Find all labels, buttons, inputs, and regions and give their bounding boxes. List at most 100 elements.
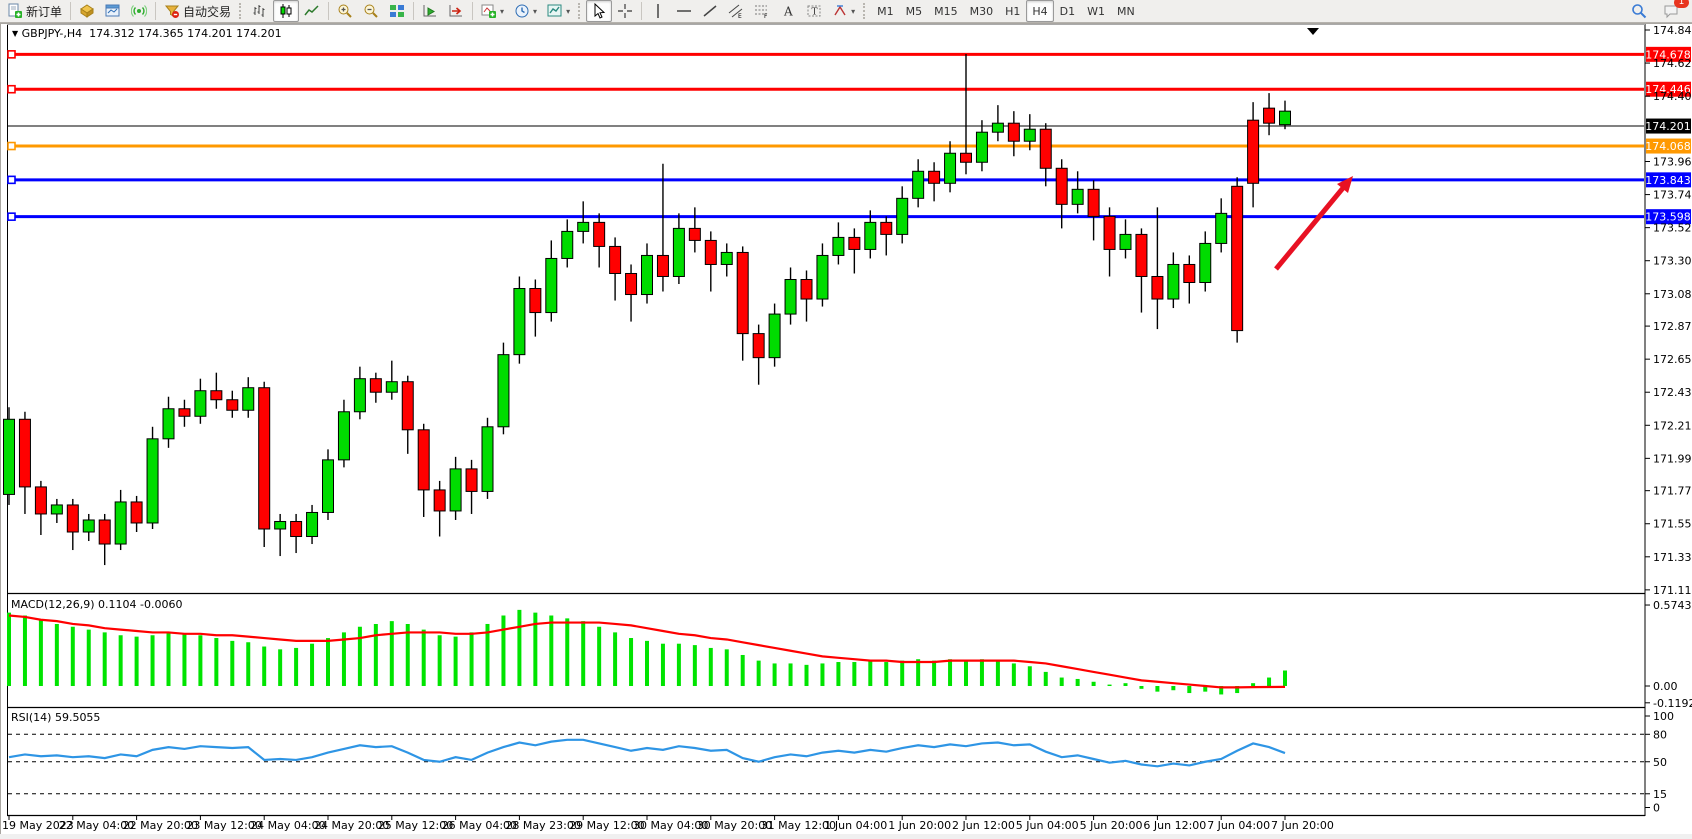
- main-toolbar: 新订单 自动交易: [0, 0, 1692, 23]
- line-anchor-marker[interactable]: [8, 143, 15, 150]
- line-anchor-marker[interactable]: [8, 213, 15, 220]
- candle: [657, 255, 668, 276]
- timeframe-button-H1[interactable]: H1: [999, 0, 1026, 22]
- line-anchor-marker[interactable]: [8, 51, 15, 58]
- auto-scroll-icon: [422, 3, 438, 19]
- market-watch-button[interactable]: [74, 0, 100, 22]
- tile-windows-button[interactable]: [384, 0, 410, 22]
- zoom-in-button[interactable]: [332, 0, 358, 22]
- macd-label: MACD(12,26,9) 0.1104 -0.0060: [11, 598, 182, 611]
- arrows-tool[interactable]: ▾: [827, 0, 860, 22]
- candle: [1216, 213, 1227, 243]
- candle: [721, 252, 732, 264]
- timeframe-button-M30[interactable]: M30: [964, 0, 1000, 22]
- timeframe-button-M1[interactable]: M1: [871, 0, 900, 22]
- candle: [291, 521, 302, 536]
- periods-button[interactable]: ▾: [509, 0, 542, 22]
- vertical-line-tool[interactable]: [645, 0, 671, 22]
- dropdown-arrow: ▾: [566, 7, 570, 16]
- time-tick-label: 5 Jun 20:00: [1080, 819, 1143, 832]
- timeframe-button-W1[interactable]: W1: [1081, 0, 1111, 22]
- fibonacci-tool[interactable]: F: [749, 0, 775, 22]
- chart-shift-marker[interactable]: [1307, 28, 1319, 35]
- new-order-button[interactable]: 新订单: [2, 0, 67, 22]
- macd-tick-label: 0.00: [1653, 680, 1678, 693]
- candle: [163, 409, 174, 439]
- bar-chart-button[interactable]: [247, 0, 273, 22]
- candle: [418, 430, 429, 490]
- cursor-icon: [591, 3, 607, 19]
- timeframe-button-M5[interactable]: M5: [900, 0, 929, 22]
- symbols-icon: [79, 3, 95, 19]
- candle: [1008, 123, 1019, 141]
- chat-button[interactable]: 1: [1658, 0, 1684, 22]
- candle: [976, 132, 987, 162]
- text-tool[interactable]: A: [775, 0, 801, 22]
- auto-scroll-button[interactable]: [417, 0, 443, 22]
- candle: [689, 228, 700, 240]
- chart-shift-button[interactable]: [443, 0, 469, 22]
- candle: [913, 171, 924, 198]
- line-anchor-marker[interactable]: [8, 86, 15, 93]
- candle: [1152, 276, 1163, 299]
- collapse-icon[interactable]: ▼: [12, 29, 18, 38]
- bar-chart-icon: [252, 3, 268, 19]
- candle: [610, 246, 621, 273]
- time-tick-label: 1 Jun 20:00: [888, 819, 951, 832]
- chat-unread-badge: 1: [1674, 0, 1689, 8]
- rsi-tick-label: 80: [1653, 728, 1667, 741]
- dropdown-arrow: ▾: [500, 7, 504, 16]
- label-tool[interactable]: T: [801, 0, 827, 22]
- trendline-tool[interactable]: [697, 0, 723, 22]
- trend-arrow[interactable]: [1276, 188, 1343, 269]
- candle: [626, 273, 637, 294]
- templates-button[interactable]: ▾: [542, 0, 575, 22]
- crosshair-tool-button[interactable]: [612, 0, 638, 22]
- svg-text:E: E: [738, 13, 742, 19]
- candle: [1280, 111, 1291, 125]
- line-anchor-marker[interactable]: [8, 176, 15, 183]
- channel-tool[interactable]: E: [723, 0, 749, 22]
- signals-icon: [131, 3, 147, 19]
- price-tick-label: 171.555: [1653, 518, 1692, 531]
- price-level-badge-text: 174.068: [1645, 140, 1691, 153]
- indicators-button[interactable]: ▾: [476, 0, 509, 22]
- price-tick-label: 171.115: [1653, 584, 1692, 597]
- candle: [961, 153, 972, 162]
- candle: [530, 289, 541, 313]
- timeframe-button-H4[interactable]: H4: [1026, 0, 1053, 22]
- candle: [769, 314, 780, 358]
- price-tick-label: 173.085: [1653, 288, 1692, 301]
- candle: [929, 171, 940, 183]
- chart-window-button[interactable]: [100, 0, 126, 22]
- timeframe-button-M15[interactable]: M15: [928, 0, 964, 22]
- line-chart-button[interactable]: [299, 0, 325, 22]
- price-tick-label: 174.620: [1653, 57, 1692, 70]
- signals-button[interactable]: [126, 0, 152, 22]
- candle: [514, 289, 525, 355]
- rsi-tick-label: 15: [1653, 788, 1667, 801]
- candle: [865, 222, 876, 249]
- rsi-tick-label: 50: [1653, 756, 1667, 769]
- candle: [386, 382, 397, 393]
- candle: [83, 520, 94, 532]
- candle: [785, 279, 796, 314]
- timeframe-button-D1[interactable]: D1: [1054, 0, 1081, 22]
- timeframe-group: M1M5M15M30H1H4D1W1MN: [871, 0, 1141, 22]
- candle: [1056, 168, 1067, 204]
- horizontal-line-tool[interactable]: [671, 0, 697, 22]
- price-tick-label: 173.525: [1653, 222, 1692, 235]
- zoom-out-button[interactable]: [358, 0, 384, 22]
- candlestick-chart-button[interactable]: [273, 0, 299, 22]
- search-button[interactable]: [1626, 0, 1652, 22]
- rsi-tick-label: 100: [1653, 710, 1674, 723]
- fibonacci-icon: F: [754, 3, 770, 19]
- timeframe-button-MN[interactable]: MN: [1111, 0, 1141, 22]
- price-chart[interactable]: 174.678174.446174.201174.068173.843173.5…: [0, 0, 1692, 839]
- price-tick-label: 171.335: [1653, 551, 1692, 564]
- auto-trading-button[interactable]: 自动交易: [159, 0, 236, 22]
- candle: [1136, 234, 1147, 276]
- candle: [19, 419, 30, 487]
- dropdown-arrow: ▾: [533, 7, 537, 16]
- cursor-tool-button[interactable]: [586, 0, 612, 22]
